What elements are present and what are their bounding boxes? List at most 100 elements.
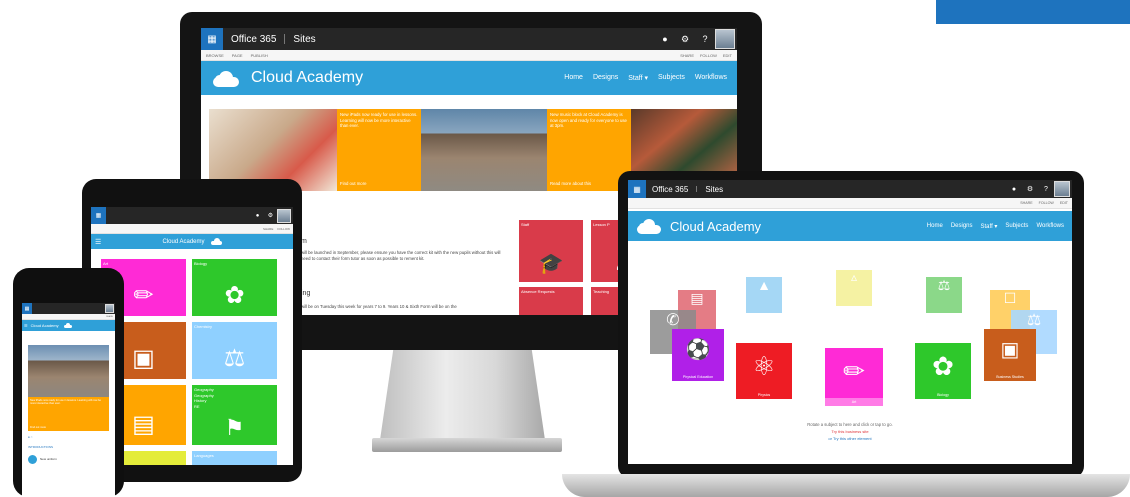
edit-button[interactable]: EDIT [723,53,732,58]
app-launcher-icon[interactable]: ▦ [628,180,646,198]
avatar[interactable] [715,29,735,49]
nav-workflows[interactable]: Workflows [1036,223,1064,230]
briefcase-icon: ▣ [1000,339,1020,361]
site-title[interactable]: Cloud Academy [31,323,59,328]
carousel-tile-business-studies[interactable]: ▣ Business Studies [984,329,1036,381]
cloud-logo-icon[interactable] [211,69,241,87]
follow-button[interactable]: FOLLOW [277,227,290,231]
tile-geography[interactable]: Geography Geography History RE ⚑ [192,385,277,445]
gear-icon[interactable]: ⚙ [264,212,277,219]
follow-button[interactable]: FOLLOW [700,53,717,58]
tile-languages[interactable]: Languages [192,451,277,465]
app-launcher-icon[interactable]: ▦ [201,28,223,50]
o365-suite-bar: ▦ ● ⚙ [91,207,293,224]
nav-home[interactable]: Home [927,223,943,230]
gear-icon[interactable]: ⚙ [1022,185,1038,193]
follow-button[interactable]: FOLLOW [1039,201,1054,205]
promo-link[interactable]: Find out more [30,426,46,429]
cloud-logo-icon[interactable] [636,218,662,234]
carousel-tile-faded[interactable]: ▵ [836,270,872,306]
ribbon-tab-publish[interactable]: PUBLISH [251,53,268,58]
nav-subjects[interactable]: Subjects [658,74,685,82]
site-title[interactable]: Cloud Academy [670,219,761,234]
news-icon [28,454,37,464]
site-header: Cloud Academy Home Designs Staff ▾ Subje… [628,211,1072,241]
nav-staff[interactable]: Staff ▾ [981,223,998,230]
book-icon: ▤ [132,411,155,438]
ribbon-bar: SHARE FOLLOW [91,224,293,234]
tile-chemistry[interactable]: Chemistry ⚖ [192,322,277,379]
bell-icon[interactable]: ● [1006,186,1022,193]
promo-card-ipads[interactable]: New iPads now ready for use in lessons. … [337,109,421,191]
o365-brand[interactable]: Office 365 [646,185,688,194]
football-net-icon: ⚽ [685,339,711,361]
share-button[interactable]: SHARE [1020,201,1032,205]
tile-sub-re[interactable]: RE [194,404,275,410]
carousel-link-2[interactable]: or Try this other element [628,436,1072,441]
promo-link[interactable]: Find out more [340,181,367,187]
cloud-logo-icon[interactable] [210,238,222,245]
tile-label: Absence Requests [521,289,555,294]
nav-designs[interactable]: Designs [951,223,973,230]
list-item[interactable]: New uniform [28,453,109,465]
nav-home[interactable]: Home [564,74,583,82]
bell-icon[interactable]: ● [251,213,264,219]
promo-link[interactable]: Read more about this [550,181,591,187]
frog-icon: ✿ [932,351,954,381]
o365-brand[interactable]: Office 365 [223,34,276,45]
nav-designs[interactable]: Designs [593,74,618,82]
promo-card-ipads[interactable]: New iPads now ready for use in lessons. … [28,397,109,431]
edit-button[interactable]: EDIT [1060,201,1068,205]
help-icon[interactable]: ? [1038,186,1054,193]
site-title[interactable]: Cloud Academy [251,69,363,87]
app-launcher-icon[interactable]: ▦ [22,303,32,314]
avatar[interactable] [277,208,291,223]
section-heading: INTRODUCTIONS [28,445,53,449]
share-button[interactable]: SHARE [106,316,113,318]
tile-biology[interactable]: Biology ✿ [192,259,277,316]
carousel-tile-biology[interactable]: ✿ Biology [915,343,971,399]
menu-icon[interactable]: ☰ [95,238,101,246]
nav-staff[interactable]: Staff ▾ [628,74,648,82]
tile-label: Business Studies [996,375,1024,379]
news-heading-2: ing [301,290,311,297]
carousel-tile-faded[interactable]: ▲ [746,277,782,313]
share-button[interactable]: SHARE [263,227,273,231]
tile-absence-requests[interactable]: Absence Requests [519,287,583,315]
book-icon: ☐ [1003,290,1017,306]
avatar[interactable] [1054,181,1070,197]
eiffel-tower-icon: ▲ [757,277,771,293]
carousel-dots[interactable]: ● ○ [28,435,32,439]
ribbon-tab-page[interactable]: PAGE [232,53,243,58]
corner-accent-tab [936,0,1130,24]
o365-app-name[interactable]: Sites [293,34,315,45]
carousel-tile-physics[interactable]: ⚛ Physics [736,343,792,399]
avatar[interactable] [105,304,114,313]
app-launcher-icon[interactable]: ▦ [91,207,106,224]
tile-label: Art [103,261,109,266]
ribbon-tab-browse[interactable]: BROWSE [206,53,224,58]
o365-suite-bar: ▦ Office 365 Sites ● ⚙ ? [628,180,1072,198]
cloud-logo-icon[interactable] [63,323,72,328]
help-icon[interactable]: ? [695,34,715,44]
uk-map-icon: ⚑ [224,415,245,440]
site-header: ☰ Cloud Academy [22,320,115,331]
document-icon: ▤ [690,290,704,306]
site-title[interactable]: Cloud Academy [162,239,204,245]
carousel-tile-faded[interactable]: ⚖ [926,277,962,313]
paintbrush-icon: ✏ [133,282,154,309]
gear-icon[interactable]: ⚙ [675,34,695,45]
nav-workflows[interactable]: Workflows [695,74,727,82]
carousel-link-1[interactable]: Try this business site [628,429,1072,434]
news-body-2: will be on Tuesday this week for years 7… [301,304,457,309]
carousel-tile-physical-education[interactable]: ⚽ Physical Education [672,329,724,381]
bell-icon[interactable]: ● [655,34,675,44]
share-button[interactable]: SHARE [680,53,694,58]
o365-app-name[interactable]: Sites [705,185,723,194]
carousel-tile-art[interactable]: ✏ Art [825,348,883,406]
tile-staff[interactable]: Staff 🎓 [519,220,583,282]
hero-photo-building [28,345,109,397]
nav-subjects[interactable]: Subjects [1005,223,1028,230]
menu-icon[interactable]: ☰ [24,323,28,328]
atom-icon: ⚛ [752,351,776,381]
